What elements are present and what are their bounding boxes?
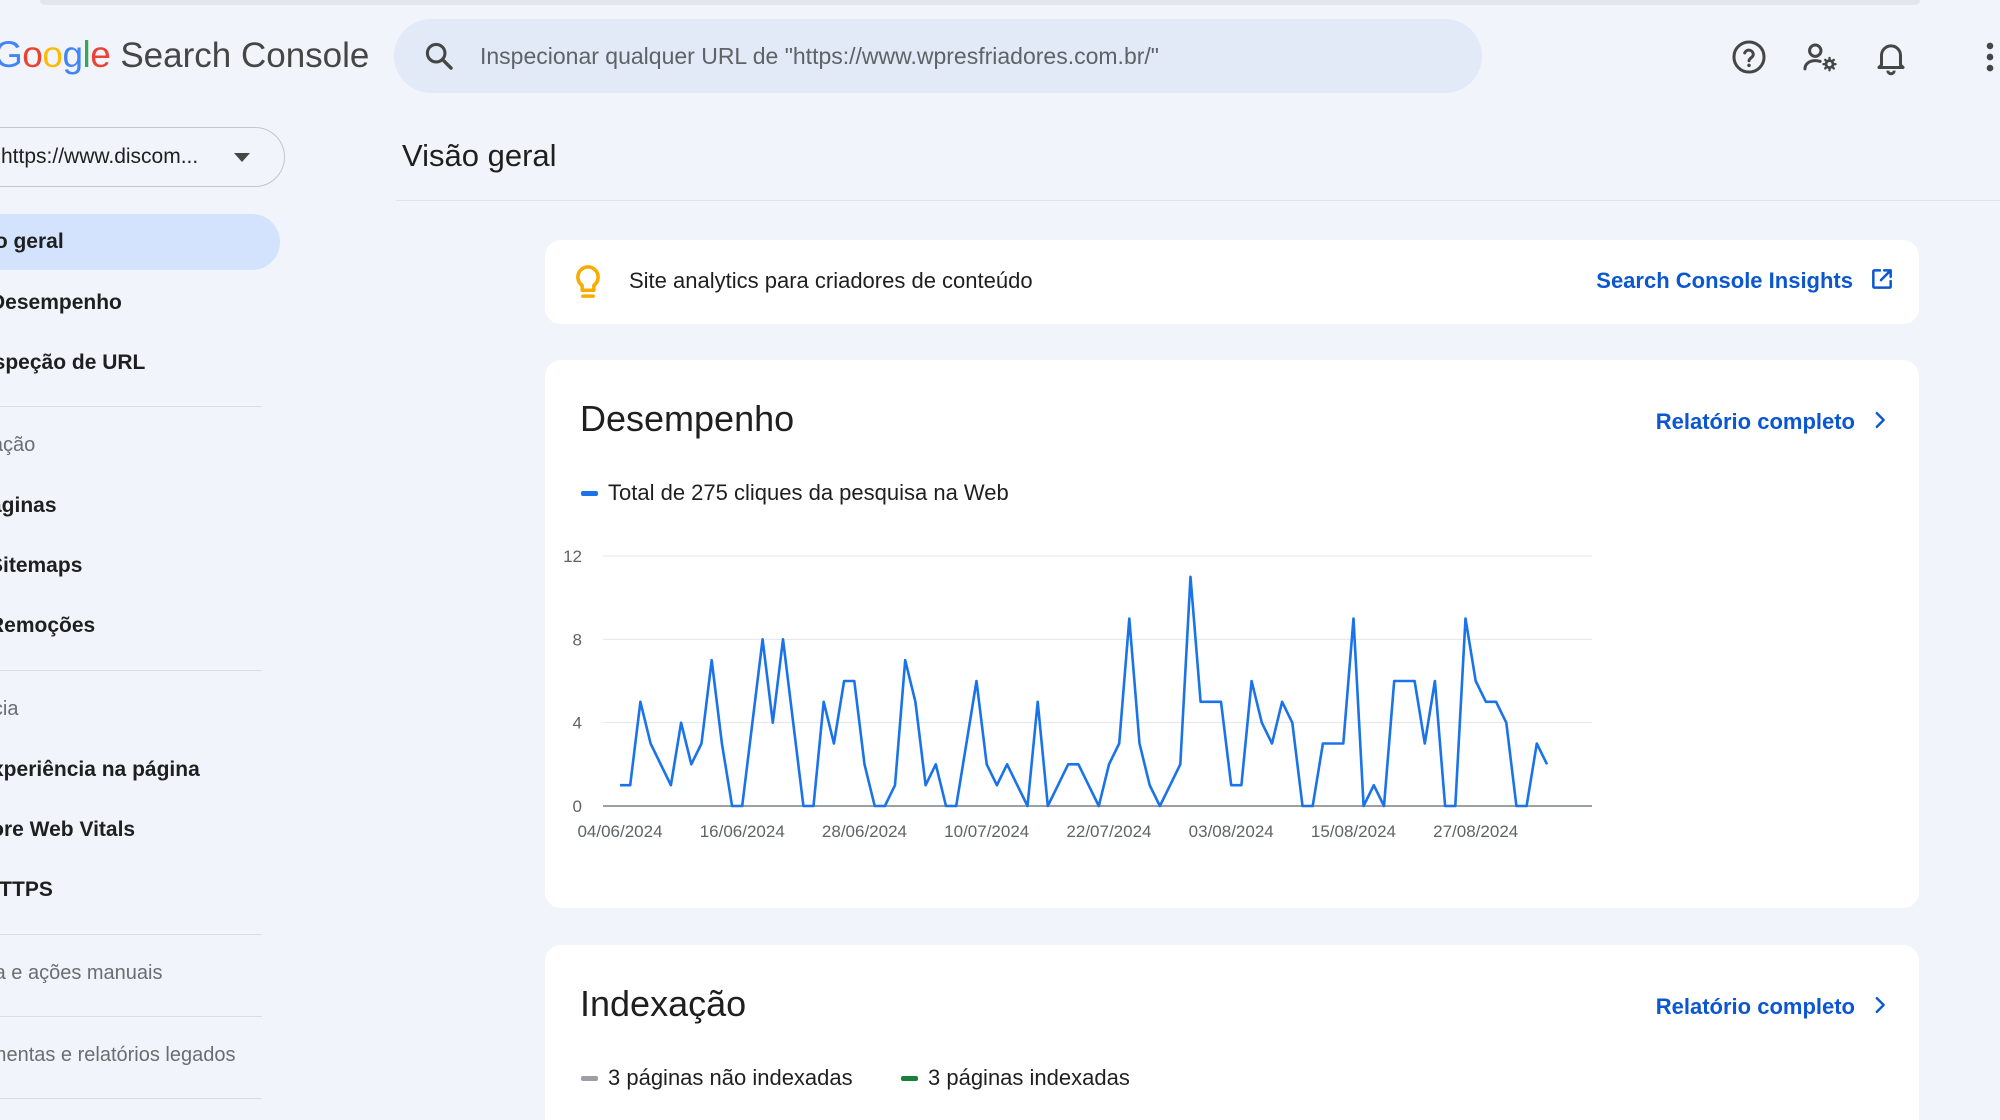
product-name: Search Console xyxy=(120,36,370,75)
x-tick-label: 28/06/2024 xyxy=(822,822,907,841)
title-divider xyxy=(396,200,2000,201)
logo-letter: e xyxy=(90,34,111,75)
logo-letter: o xyxy=(22,34,43,75)
nav-performance[interactable]: Desempenho xyxy=(0,275,122,331)
nav-sitemaps[interactable]: Sitemaps xyxy=(0,538,82,594)
more-vert-icon[interactable] xyxy=(1980,38,2000,76)
sidebar-heading-experience: Experiência xyxy=(0,698,19,720)
chart-series xyxy=(620,575,1549,808)
dropdown-caret-icon xyxy=(234,153,250,162)
logo-letter: g xyxy=(62,34,83,75)
chevron-right-icon[interactable] xyxy=(1869,994,1891,1016)
y-tick-label: 4 xyxy=(573,714,582,733)
property-url: https://www.discom... xyxy=(1,145,199,168)
search-console-insights-link[interactable]: Search Console Insights xyxy=(1596,268,1853,294)
nav-pages[interactable]: Páginas xyxy=(0,478,57,534)
x-tick-label: 22/07/2024 xyxy=(1066,822,1151,841)
property-selector[interactable]: https://www.discom... xyxy=(0,127,285,187)
search-icon xyxy=(425,42,453,70)
y-tick-label: 8 xyxy=(573,630,582,649)
nav-https[interactable]: HTTPS xyxy=(0,862,53,918)
nav-url-inspection[interactable]: Inspeção de URL xyxy=(0,335,145,391)
performance-card: Desempenho Relatório completo Total de 2… xyxy=(545,360,1919,908)
sidebar-heading-security[interactable]: Segurança e ações manuais xyxy=(0,962,163,985)
x-tick-label: 04/06/2024 xyxy=(577,822,662,841)
clicks-series-line xyxy=(620,575,1549,808)
x-tick-label: 15/08/2024 xyxy=(1311,822,1396,841)
legend-not-indexed: 3 páginas não indexadas xyxy=(581,1065,853,1091)
legend-swatch-gray xyxy=(581,1075,598,1081)
nav-page-experience[interactable]: Experiência na página xyxy=(0,742,200,798)
x-tick-label: 16/06/2024 xyxy=(700,822,785,841)
nav-removals[interactable]: Remoções xyxy=(0,598,95,654)
indexing-full-report-link[interactable]: Relatório completo xyxy=(1656,994,1855,1020)
sidebar-heading-indexing: Indexação xyxy=(0,434,36,456)
x-tick-label: 10/07/2024 xyxy=(944,822,1029,841)
sidebar-divider xyxy=(0,1098,262,1099)
legend-swatch-green xyxy=(901,1075,918,1081)
url-inspection-search[interactable] xyxy=(394,19,1482,93)
manage-users-icon[interactable] xyxy=(1801,38,1839,76)
logo-letter: G xyxy=(0,34,23,75)
sidebar-divider xyxy=(0,934,262,935)
clicks-line-chart: 0 4 8 12 04/06/2024 16/06/2024 28/06/2024 10/0… xyxy=(563,547,1592,841)
chart-grid xyxy=(603,555,1592,807)
sidebar-heading-legacy[interactable]: Ferramentas e relatórios legados xyxy=(0,1044,235,1067)
chart-y-ticks: 0 4 8 12 xyxy=(563,547,582,816)
lightbulb-icon xyxy=(576,265,600,298)
help-icon[interactable] xyxy=(1730,38,1768,76)
x-tick-label: 03/08/2024 xyxy=(1189,822,1274,841)
indexing-card: Indexação Relatório completo 3 páginas n… xyxy=(545,945,1919,1120)
google-wordmark: Google xyxy=(0,34,111,76)
x-tick-label: 27/08/2024 xyxy=(1433,822,1518,841)
y-tick-label: 12 xyxy=(563,547,582,566)
chart-x-ticks: 04/06/2024 16/06/2024 28/06/2024 10/07/2024… xyxy=(577,822,1518,841)
sidebar-divider xyxy=(0,1016,262,1017)
window-top-edge xyxy=(40,0,1920,5)
insights-banner: Site analytics para criadores de conteúd… xyxy=(545,240,1919,324)
nav-overview[interactable]: Visão geral xyxy=(0,214,280,270)
open-in-new-icon[interactable] xyxy=(1869,266,1895,292)
page-title: Visão geral xyxy=(402,138,557,173)
sidebar-divider xyxy=(0,670,262,671)
indexing-title: Indexação xyxy=(580,983,747,1024)
legend-indexed: 3 páginas indexadas xyxy=(901,1065,1130,1091)
y-tick-label: 0 xyxy=(573,797,582,816)
nav-core-web-vitals[interactable]: Core Web Vitals xyxy=(0,802,135,858)
notifications-icon[interactable] xyxy=(1872,38,1910,76)
banner-text: Site analytics para criadores de conteúd… xyxy=(629,268,1033,293)
logo-letter: o xyxy=(42,34,63,75)
search-input[interactable] xyxy=(480,33,1460,79)
app-logo[interactable]: Google Search Console xyxy=(0,34,369,84)
sidebar-divider xyxy=(0,406,262,407)
